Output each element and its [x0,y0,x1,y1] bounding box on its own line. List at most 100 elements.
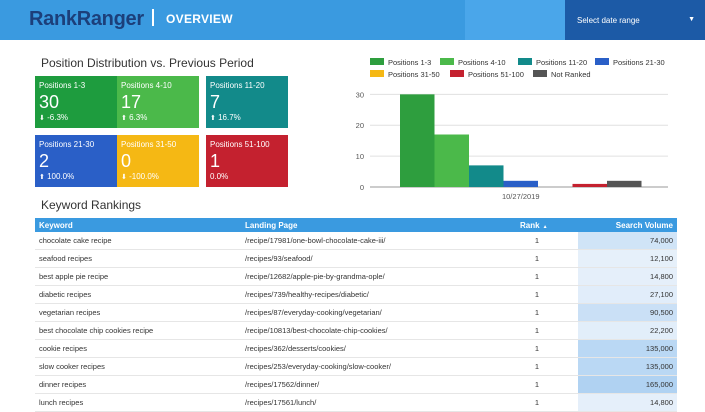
keyword-cell: slow cooker recipes [39,362,105,371]
tile-value: 30 [39,92,60,112]
chart-bar [503,180,538,187]
table-header: Keyword Landing Page Rank ▲ Search Volume [35,218,677,232]
table-row[interactable]: slow cooker recipes/recipes/253/everyday… [35,358,677,376]
rank-cell: 1 [534,362,540,371]
landing-page-cell: /recipe/12682/apple-pie-by-grandma-ople/ [245,272,385,281]
page-title: OVERVIEW [166,12,233,26]
tile-label: Positions 4-10 [121,81,172,90]
legend-label: Positions 4-10 [458,58,506,67]
landing-page-cell: /recipes/17562/dinner/ [245,380,320,389]
landing-page-cell: /recipes/253/everyday-cooking/slow-cooke… [245,362,391,371]
tile-change: ⬇ -100.0% [121,172,159,181]
volume-cell: 165,000 [645,380,673,389]
table-row[interactable]: dinner recipes/recipes/17562/dinner/1 165… [35,376,677,394]
tile-label: Positions 21-30 [39,140,95,149]
tile-change: ⬆ 6.3% [121,113,147,122]
legend-swatch [370,70,384,77]
table-row[interactable]: cookie recipes/recipes/362/desserts/cook… [35,340,677,358]
keyword-cell: cookie recipes [39,344,87,353]
table-row[interactable]: diabetic recipes/recipes/739/healthy-rec… [35,286,677,304]
tile-change: 0.0% [210,172,228,181]
tile-value: 17 [121,92,142,112]
y-tick-label: 0 [360,183,364,192]
chart-bar [607,180,642,187]
tile-change-value: 16.7% [218,113,241,122]
rank-cell: 1 [534,380,540,389]
tile-change-value: 6.3% [129,113,148,122]
header-accent-band [465,0,565,40]
chart-bar [572,183,607,187]
legend-swatch [518,58,532,65]
logo[interactable]: RankRanger [29,8,144,31]
tile-change: ⬇ -6.3% [39,113,68,122]
arrow-up-icon: ⬆ [210,115,216,122]
y-tick-label: 10 [356,152,364,161]
table-row[interactable]: seafood recipes/recipes/93/seafood/1 12,1… [35,250,677,268]
col-header-search-volume[interactable]: Search Volume [616,221,673,230]
logo-part-rank: Rank [29,8,77,30]
keyword-cell: vegetarian recipes [39,308,101,317]
position-tile: Positions 31-50 0 ⬇ -100.0% [117,135,199,187]
table-row[interactable]: best chocolate chip cookies recipe/recip… [35,322,677,340]
table-row[interactable]: vegetarian recipes/recipes/87/everyday-c… [35,304,677,322]
landing-page-cell: /recipes/739/healthy-recipes/diabetic/ [245,290,369,299]
tile-label: Positions 1-3 [39,81,86,90]
tile-change: ⬆ 100.0% [39,172,74,181]
legend-swatch [370,58,384,65]
rank-cell: 1 [534,326,540,335]
table-row[interactable]: chocolate cake recipe/recipe/17981/one-b… [35,232,677,250]
table-row[interactable]: best apple pie recipe/recipe/12682/apple… [35,268,677,286]
landing-page-cell: /recipes/362/desserts/cookies/ [245,344,346,353]
chart-bar [400,94,435,187]
legend-swatch [450,70,464,77]
rank-cell: 1 [534,272,540,281]
volume-cell: 74,000 [650,236,673,245]
x-tick-label: 10/27/2019 [502,192,540,201]
tile-change-value: -100.0% [129,172,159,181]
volume-cell: 135,000 [645,344,673,353]
keyword-cell: best apple pie recipe [39,272,109,281]
legend-swatch [595,58,609,65]
date-range-select[interactable]: Select date range ▼ [565,0,705,40]
tile-label: Positions 31-50 [121,140,177,149]
col-header-rank-label: Rank [520,221,540,230]
tile-value: 1 [210,151,221,171]
position-tile: Positions 1-3 30 ⬇ -6.3% [35,76,117,128]
chart-bar [469,165,504,187]
arrow-down-icon: ⬇ [121,174,127,181]
table-row[interactable]: lunch recipes/recipes/17561/lunch/1 14,80… [35,394,677,412]
header-separator [152,9,154,26]
arrow-up-icon: ⬆ [39,174,45,181]
tile-label: Positions 11-20 [210,81,265,90]
arrow-down-icon: ⬇ [39,115,45,122]
keyword-rankings-title: Keyword Rankings [41,198,142,212]
keyword-cell: lunch recipes [39,398,84,407]
landing-page-cell: /recipes/87/everyday-cooking/vegetarian/ [245,308,382,317]
col-header-landing-page[interactable]: Landing Page [245,221,297,230]
rank-cell: 1 [534,290,540,299]
keyword-cell: best chocolate chip cookies recipe [39,326,154,335]
tile-change: ⬆ 16.7% [210,113,241,122]
position-tile: Positions 4-10 17 ⬆ 6.3% [117,76,199,128]
tile-value: 0 [121,151,132,171]
col-header-keyword[interactable]: Keyword [39,221,73,230]
landing-page-cell: /recipes/93/seafood/ [245,254,313,263]
logo-part-ranger: Ranger [76,8,144,30]
tile-value: 7 [210,92,221,112]
volume-cell: 22,200 [650,326,673,335]
legend-label: Positions 31-50 [388,70,440,79]
legend-label: Positions 11-20 [536,58,587,67]
tile-label: Positions 51-100 [210,140,270,149]
legend-label: Positions 1-3 [388,58,431,67]
keyword-cell: seafood recipes [39,254,92,263]
keyword-cell: dinner recipes [39,380,87,389]
legend-swatch [440,58,454,65]
table-body: chocolate cake recipe/recipe/17981/one-b… [35,232,677,412]
tile-value: 2 [39,151,50,171]
sort-up-icon: ▲ [542,224,548,230]
col-header-rank[interactable]: Rank ▲ [520,221,548,230]
rank-cell: 1 [534,308,540,317]
tile-change-value: 0.0% [210,172,229,181]
distribution-title: Position Distribution vs. Previous Perio… [41,56,254,70]
caret-down-icon: ▼ [688,16,695,23]
